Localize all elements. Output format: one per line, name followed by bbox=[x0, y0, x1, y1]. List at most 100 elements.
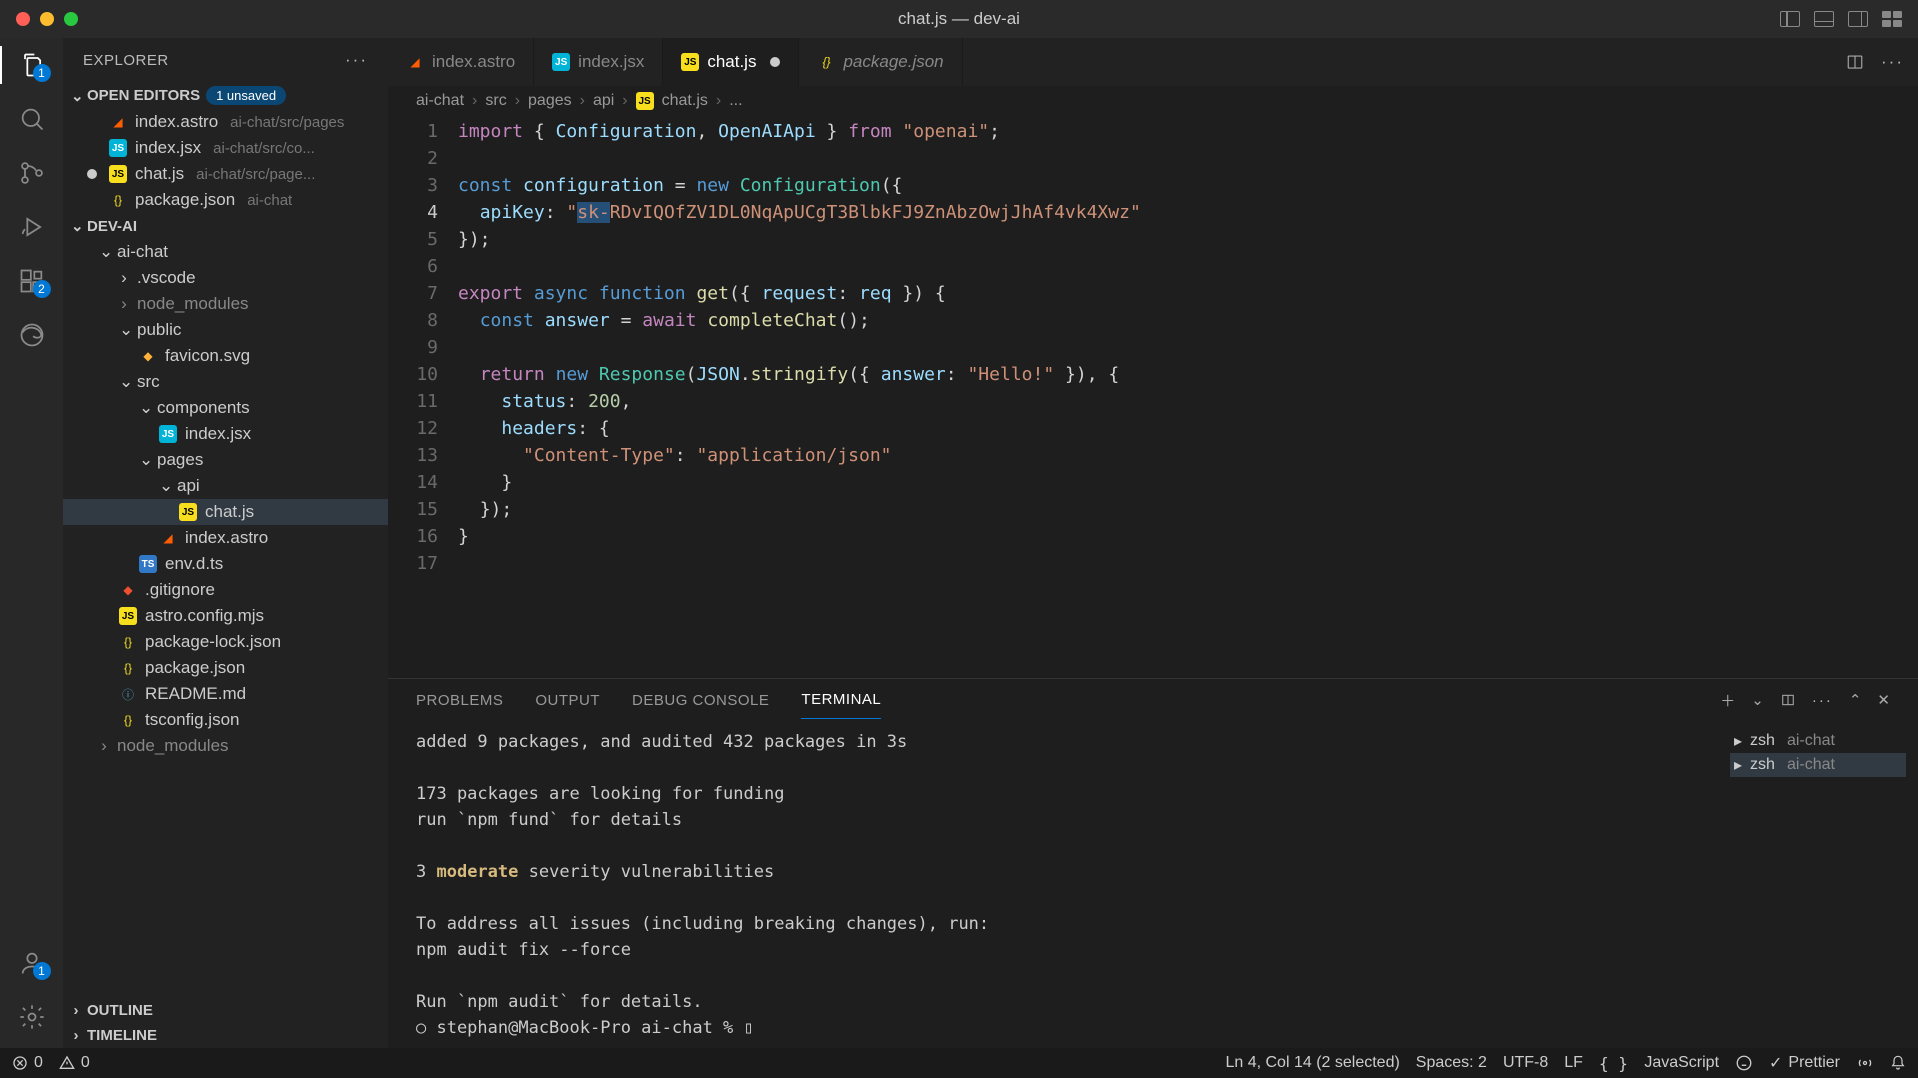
panel-tab-debug-console[interactable]: DEBUG CONSOLE bbox=[632, 682, 769, 719]
code-line[interactable]: export async function get({ request: req… bbox=[458, 280, 1918, 307]
code-line[interactable] bbox=[458, 145, 1918, 172]
status-indentation[interactable]: Spaces: 2 bbox=[1416, 1054, 1487, 1072]
activity-edge-icon[interactable] bbox=[17, 320, 47, 350]
breadcrumb-segment[interactable]: src bbox=[485, 92, 506, 110]
file-item[interactable]: ◆favicon.svg bbox=[63, 343, 388, 369]
status-cursor-position[interactable]: Ln 4, Col 14 (2 selected) bbox=[1225, 1054, 1399, 1072]
terminal-dropdown-icon[interactable]: ⌄ bbox=[1751, 691, 1764, 709]
activity-source-control-icon[interactable] bbox=[17, 158, 47, 188]
terminal-list-item[interactable]: ▸zshai-chat bbox=[1730, 753, 1906, 777]
open-editor-item[interactable]: ◢index.astroai-chat/src/pages bbox=[63, 109, 388, 135]
file-item[interactable]: ◢index.astro bbox=[63, 525, 388, 551]
code-line[interactable]: import { Configuration, OpenAIApi } from… bbox=[458, 118, 1918, 145]
code-line[interactable]: "Content-Type": "application/json" bbox=[458, 442, 1918, 469]
file-item[interactable]: JSchat.js bbox=[63, 499, 388, 525]
timeline-header[interactable]: › TIMELINE bbox=[63, 1023, 388, 1048]
folder-item[interactable]: ›node_modules bbox=[63, 733, 388, 759]
new-terminal-icon[interactable]: ＋ bbox=[1720, 690, 1735, 711]
status-live-icon[interactable] bbox=[1856, 1054, 1874, 1072]
panel-maximize-icon[interactable]: ⌃ bbox=[1849, 691, 1862, 709]
breadcrumb-segment[interactable]: ai-chat bbox=[416, 92, 464, 110]
folder-item[interactable]: ⌄pages bbox=[63, 447, 388, 473]
editor-tab[interactable]: JSindex.jsx bbox=[534, 38, 663, 86]
code-line[interactable]: status: 200, bbox=[458, 388, 1918, 415]
activity-run-debug-icon[interactable] bbox=[17, 212, 47, 242]
file-item[interactable]: TSenv.d.ts bbox=[63, 551, 388, 577]
panel-tab-terminal[interactable]: TERMINAL bbox=[801, 681, 881, 719]
editor-tab[interactable]: ◢index.astro bbox=[388, 38, 534, 86]
panel-tab-problems[interactable]: PROBLEMS bbox=[416, 682, 503, 719]
folder-item[interactable]: ›node_modules bbox=[63, 291, 388, 317]
code-line[interactable]: return new Response(JSON.stringify({ ans… bbox=[458, 361, 1918, 388]
window-maximize-button[interactable] bbox=[64, 12, 78, 26]
code-line[interactable]: }); bbox=[458, 226, 1918, 253]
layout-sidebar-left-icon[interactable] bbox=[1780, 11, 1800, 27]
terminal-list-item[interactable]: ▸zshai-chat bbox=[1730, 729, 1906, 753]
editor-tab[interactable]: JSchat.js bbox=[663, 38, 799, 86]
split-editor-icon[interactable] bbox=[1845, 53, 1865, 71]
status-prettier[interactable]: ✓ Prettier bbox=[1769, 1053, 1840, 1073]
activity-account-icon[interactable]: 1 bbox=[17, 948, 47, 978]
file-item[interactable]: ◆.gitignore bbox=[63, 577, 388, 603]
code-line[interactable]: } bbox=[458, 469, 1918, 496]
file-item[interactable]: {}package-lock.json bbox=[63, 629, 388, 655]
open-editors-header[interactable]: ⌄ OPEN EDITORS 1 unsaved bbox=[63, 82, 388, 109]
status-feedback-icon[interactable] bbox=[1735, 1054, 1753, 1072]
explorer-more-icon[interactable]: ··· bbox=[345, 50, 368, 70]
status-errors[interactable]: 0 bbox=[12, 1054, 43, 1072]
code-line[interactable]: }); bbox=[458, 496, 1918, 523]
code-line[interactable] bbox=[458, 550, 1918, 577]
breadcrumb-segment[interactable]: ... bbox=[729, 92, 742, 110]
panel-tab-output[interactable]: OUTPUT bbox=[535, 682, 600, 719]
status-encoding[interactable]: UTF-8 bbox=[1503, 1054, 1548, 1072]
panel-close-icon[interactable]: ✕ bbox=[1877, 691, 1890, 709]
terminal-split-icon[interactable] bbox=[1780, 693, 1796, 707]
code-line[interactable] bbox=[458, 334, 1918, 361]
outline-header[interactable]: › OUTLINE bbox=[63, 998, 388, 1023]
tab-label: package.json bbox=[843, 52, 943, 72]
open-editor-item[interactable]: {}package.jsonai-chat bbox=[63, 187, 388, 213]
terminal-more-icon[interactable]: ··· bbox=[1812, 692, 1833, 709]
status-bell-icon[interactable] bbox=[1890, 1055, 1906, 1071]
code-line[interactable]: apiKey: "sk-RDvIQOfZV1DL0NqApUCgT3BlbkFJ… bbox=[458, 199, 1918, 226]
code-line[interactable]: headers: { bbox=[458, 415, 1918, 442]
code-line[interactable]: } bbox=[458, 523, 1918, 550]
file-item[interactable]: ⓘREADME.md bbox=[63, 681, 388, 707]
open-editor-item[interactable]: JSindex.jsxai-chat/src/co... bbox=[63, 135, 388, 161]
folder-item[interactable]: ⌄ai-chat bbox=[63, 239, 388, 265]
editor-more-icon[interactable]: ··· bbox=[1881, 52, 1904, 72]
status-language[interactable]: { } JavaScript bbox=[1599, 1054, 1719, 1073]
folder-item[interactable]: ›.vscode bbox=[63, 265, 388, 291]
window-minimize-button[interactable] bbox=[40, 12, 54, 26]
layout-panel-icon[interactable] bbox=[1814, 11, 1834, 27]
folder-item[interactable]: ⌄public bbox=[63, 317, 388, 343]
activity-settings-icon[interactable] bbox=[17, 1002, 47, 1032]
window-close-button[interactable] bbox=[16, 12, 30, 26]
open-editor-item[interactable]: JSchat.jsai-chat/src/page... bbox=[63, 161, 388, 187]
file-item[interactable]: {}package.json bbox=[63, 655, 388, 681]
terminal-icon: ▸ bbox=[1734, 731, 1742, 751]
activity-explorer-icon[interactable]: 1 bbox=[17, 50, 47, 80]
breadcrumb-segment[interactable]: chat.js bbox=[662, 92, 708, 110]
terminal-output[interactable]: added 9 packages, and audited 432 packag… bbox=[388, 721, 1718, 1048]
file-item[interactable]: JSastro.config.mjs bbox=[63, 603, 388, 629]
breadcrumb-segment[interactable]: pages bbox=[528, 92, 572, 110]
breadcrumb-segment[interactable]: api bbox=[593, 92, 614, 110]
activity-extensions-icon[interactable]: 2 bbox=[17, 266, 47, 296]
folder-item[interactable]: ⌄components bbox=[63, 395, 388, 421]
status-eol[interactable]: LF bbox=[1564, 1054, 1583, 1072]
layout-sidebar-right-icon[interactable] bbox=[1848, 11, 1868, 27]
code-line[interactable]: const configuration = new Configuration(… bbox=[458, 172, 1918, 199]
status-warnings[interactable]: 0 bbox=[59, 1054, 90, 1072]
project-header[interactable]: ⌄ DEV-AI bbox=[63, 213, 388, 239]
editor-tab[interactable]: {}package.json bbox=[799, 38, 962, 86]
folder-item[interactable]: ⌄api bbox=[63, 473, 388, 499]
activity-search-icon[interactable] bbox=[17, 104, 47, 134]
breadcrumb[interactable]: ai-chat›src›pages›api›JSchat.js›... bbox=[388, 86, 1918, 116]
folder-item[interactable]: ⌄src bbox=[63, 369, 388, 395]
layout-customize-icon[interactable] bbox=[1882, 11, 1902, 27]
code-line[interactable]: const answer = await completeChat(); bbox=[458, 307, 1918, 334]
file-item[interactable]: JSindex.jsx bbox=[63, 421, 388, 447]
file-item[interactable]: {}tsconfig.json bbox=[63, 707, 388, 733]
code-line[interactable] bbox=[458, 253, 1918, 280]
